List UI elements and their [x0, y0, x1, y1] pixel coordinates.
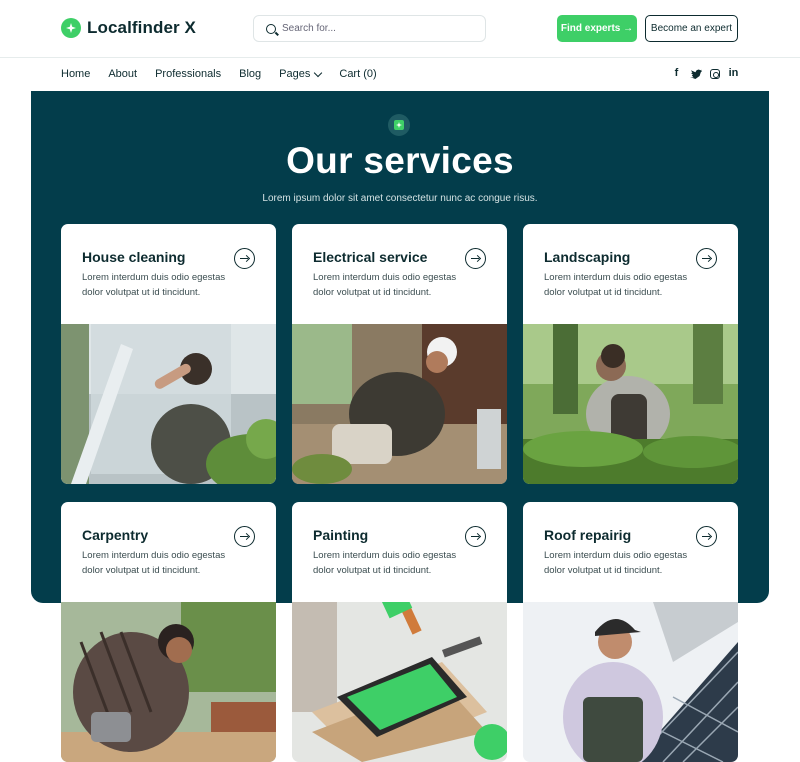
- search-icon: [266, 23, 276, 34]
- nav-menu: Home About Professionals Blog Pages Cart…: [61, 68, 395, 80]
- service-title: House cleaning: [82, 249, 186, 265]
- electrical-service-photo: [292, 324, 507, 484]
- instagram-icon[interactable]: [710, 69, 720, 79]
- electrical-illustration: [292, 324, 507, 484]
- find-experts-button[interactable]: Find experts →: [557, 15, 637, 42]
- roof-repair-illustration: [523, 602, 738, 762]
- service-description: Lorem interdum duis odio egestas dolor v…: [544, 550, 688, 576]
- section-subtitle: Lorem ipsum dolor sit amet consectetur n…: [262, 193, 538, 204]
- logo[interactable]: Localfinder X: [61, 18, 196, 38]
- service-card-electrical[interactable]: Electrical service Lorem interdum duis o…: [292, 224, 507, 484]
- service-card-roof-repair[interactable]: Roof repairig Lorem interdum duis odio e…: [523, 502, 738, 762]
- arrow-right-icon[interactable]: [696, 248, 717, 269]
- arrow-right-icon[interactable]: [465, 248, 486, 269]
- section-title: Our services: [286, 140, 514, 181]
- card-body: Carpentry Lorem interdum duis odio egest…: [61, 502, 276, 602]
- nav-item-blog[interactable]: Blog: [239, 68, 261, 80]
- service-title: Painting: [313, 527, 369, 543]
- service-description: Lorem interdum duis odio egestas dolor v…: [313, 272, 457, 298]
- house-cleaning-photo: [61, 324, 276, 484]
- arrow-right-icon[interactable]: [234, 248, 255, 269]
- arrow-right-icon[interactable]: [234, 526, 255, 547]
- brand-name: Localfinder X: [87, 18, 196, 37]
- main-navbar: Home About Professionals Blog Pages Cart…: [0, 59, 800, 90]
- arrow-right-icon[interactable]: [696, 526, 717, 547]
- star-icon: [394, 120, 404, 130]
- service-title: Roof repairig: [544, 527, 632, 543]
- service-description: Lorem interdum duis odio egestas dolor v…: [544, 272, 688, 298]
- service-card-painting[interactable]: Painting Lorem interdum duis odio egesta…: [292, 502, 507, 762]
- service-description: Lorem interdum duis odio egestas dolor v…: [82, 550, 226, 576]
- facebook-icon[interactable]: f: [671, 68, 682, 79]
- carpentry-illustration: [61, 602, 276, 762]
- carpentry-photo: [61, 602, 276, 762]
- service-description: Lorem interdum duis odio egestas dolor v…: [313, 550, 457, 576]
- service-title: Carpentry: [82, 527, 149, 543]
- top-header: Localfinder X Find experts → Become an e…: [0, 0, 800, 58]
- service-title: Landscaping: [544, 249, 631, 265]
- become-expert-button[interactable]: Become an expert: [645, 15, 738, 42]
- arrow-right-icon[interactable]: [465, 526, 486, 547]
- roof-repair-photo: [523, 602, 738, 762]
- service-description: Lorem interdum duis odio egestas dolor v…: [82, 272, 226, 298]
- nav-item-home[interactable]: Home: [61, 68, 90, 80]
- card-body: Electrical service Lorem interdum duis o…: [292, 224, 507, 324]
- card-body: Painting Lorem interdum duis odio egesta…: [292, 502, 507, 602]
- linkedin-icon[interactable]: in: [728, 68, 739, 79]
- nav-item-professionals[interactable]: Professionals: [155, 68, 221, 80]
- nav-item-pages[interactable]: Pages: [279, 68, 323, 80]
- painting-photo: [292, 602, 507, 762]
- landscaping-photo: [523, 324, 738, 484]
- nav-item-cart[interactable]: Cart (0): [339, 68, 376, 80]
- nav-item-pages-label: Pages: [279, 68, 311, 80]
- search-box[interactable]: [253, 15, 486, 42]
- twitter-icon[interactable]: [690, 69, 702, 79]
- social-links: f in: [671, 68, 739, 79]
- service-card-house-cleaning[interactable]: House cleaning Lorem interdum duis odio …: [61, 224, 276, 484]
- section-badge-icon: [388, 114, 410, 136]
- landscaping-illustration: [523, 324, 738, 484]
- service-title: Electrical service: [313, 249, 428, 265]
- painting-illustration: [292, 602, 507, 762]
- chevron-down-icon: [314, 68, 323, 77]
- service-card-landscaping[interactable]: Landscaping Lorem interdum duis odio ege…: [523, 224, 738, 484]
- house-cleaning-illustration: [61, 324, 276, 484]
- card-body: Roof repairig Lorem interdum duis odio e…: [523, 502, 738, 602]
- search-input[interactable]: [282, 23, 462, 34]
- logo-star-icon: [61, 18, 81, 38]
- card-body: Landscaping Lorem interdum duis odio ege…: [523, 224, 738, 324]
- nav-item-about[interactable]: About: [108, 68, 137, 80]
- service-card-carpentry[interactable]: Carpentry Lorem interdum duis odio egest…: [61, 502, 276, 762]
- card-body: House cleaning Lorem interdum duis odio …: [61, 224, 276, 324]
